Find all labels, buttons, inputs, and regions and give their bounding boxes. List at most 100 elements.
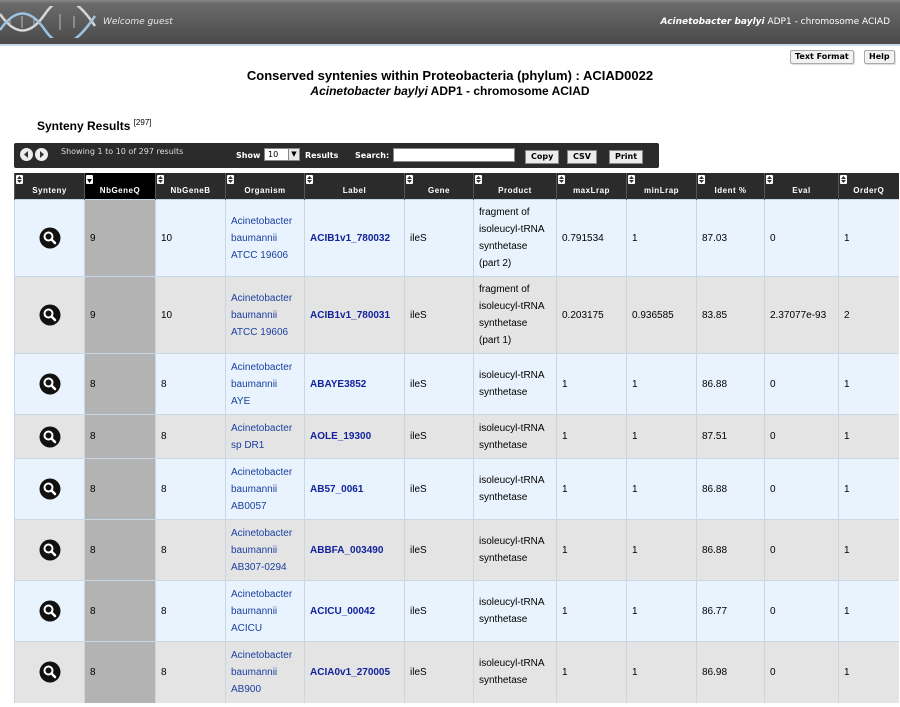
- organism-link[interactable]: Acinetobacter baumannii AYE: [231, 362, 292, 407]
- column-header-nbgeneq[interactable]: NbGeneQ: [84, 173, 156, 200]
- table-row: 8 8 Acinetobacter baumannii AB0057 AB57_00…: [14, 458, 899, 520]
- label-link[interactable]: ACIB1v1_780032: [310, 233, 390, 244]
- column-header-minlrap[interactable]: minLrap: [626, 173, 697, 200]
- eval-cell: 0: [764, 519, 839, 581]
- gene-cell: ileS: [404, 276, 474, 354]
- nbgeneq-cell: 8: [84, 414, 156, 459]
- search-input[interactable]: [393, 148, 515, 162]
- product-cell: isoleucyl-tRNA synthetase: [473, 458, 557, 520]
- sort-icon: [306, 175, 313, 184]
- magnifier-icon[interactable]: [39, 227, 61, 249]
- magnifier-icon[interactable]: [39, 661, 61, 683]
- column-header-product[interactable]: Product: [473, 173, 557, 200]
- magnifier-icon[interactable]: [39, 478, 61, 500]
- product-cell: isoleucyl-tRNA synthetase: [473, 641, 557, 703]
- sort-icon: [406, 175, 413, 184]
- eval-cell: 0: [764, 458, 839, 520]
- product-line: isoleucyl-tRNA: [479, 475, 545, 486]
- magnifier-icon[interactable]: [39, 373, 61, 395]
- table-toolbar: Showing 1 to 10 of 297 results Show 10 ▼…: [14, 143, 659, 168]
- copy-button[interactable]: Copy: [525, 150, 560, 164]
- organism-line: AB0057: [231, 500, 267, 512]
- maxlrap-cell: 1: [556, 519, 627, 581]
- organism-link[interactable]: Acinetobacter baumannii AB307-0294: [231, 528, 292, 573]
- ident-cell: 83.85: [696, 276, 765, 354]
- synteny-cell: [14, 458, 85, 520]
- minlrap-cell: 1: [626, 414, 697, 459]
- organism-cell: Acinetobacter baumannii AB307-0294: [225, 519, 305, 581]
- synteny-cell: [14, 276, 85, 354]
- eval-cell: 0: [764, 199, 839, 277]
- page-size-value: 10: [268, 150, 279, 159]
- previous-page-button[interactable]: [20, 148, 33, 161]
- label-link[interactable]: ACICU_00042: [310, 606, 375, 617]
- product-cell: isoleucyl-tRNA synthetase: [473, 353, 557, 415]
- next-page-button[interactable]: [35, 148, 48, 161]
- nbgeneb-cell: 8: [155, 519, 226, 581]
- column-header-eval[interactable]: Eval: [764, 173, 839, 200]
- sort-descending-icon: [86, 175, 93, 184]
- product-line: fragment of: [479, 284, 530, 295]
- product-line: isoleucyl-tRNA: [479, 301, 545, 312]
- table-row: 8 8 Acinetobacter baumannii AYE ABAYE3852 …: [14, 353, 899, 415]
- label-link[interactable]: AOLE_19300: [310, 431, 371, 442]
- organism-line: AB307-0294: [231, 561, 287, 573]
- organism-link[interactable]: Acinetobacter baumannii ATCC 19606: [231, 293, 292, 338]
- column-header-synteny[interactable]: Synteny: [14, 173, 85, 200]
- column-header-label[interactable]: Label: [304, 173, 405, 200]
- text-format-button[interactable]: Text Format: [790, 50, 854, 64]
- product-line: isoleucyl-tRNA: [479, 597, 545, 608]
- organism-line: baumannii: [231, 666, 278, 678]
- column-header-orderq[interactable]: OrderQ: [838, 173, 899, 200]
- column-header-ident[interactable]: Ident %: [696, 173, 765, 200]
- orderq-cell: 2: [838, 276, 899, 354]
- label-link[interactable]: ACIA0v1_270005: [310, 667, 390, 678]
- magnifier-icon[interactable]: [39, 539, 61, 561]
- product-line: isoleucyl-tRNA: [479, 370, 545, 381]
- organism-link[interactable]: Acinetobacter baumannii AB0057: [231, 467, 292, 512]
- organism-link[interactable]: Acinetobacter baumannii ATCC 19606: [231, 216, 292, 261]
- nbgeneq-cell: 8: [84, 353, 156, 415]
- ident-cell: 86.77: [696, 580, 765, 642]
- magnifier-icon[interactable]: [39, 304, 61, 326]
- column-header-gene[interactable]: Gene: [404, 173, 474, 200]
- sort-icon: [628, 175, 635, 184]
- organism-link[interactable]: Acinetobacter baumannii AB900: [231, 650, 292, 695]
- organism-line: baumannii: [231, 378, 278, 390]
- organism-line: Acinetobacter: [231, 527, 293, 539]
- nbgeneb-cell: 8: [155, 458, 226, 520]
- organism-link[interactable]: Acinetobacter sp DR1: [231, 423, 292, 451]
- eval-cell: 2.37077e-93: [764, 276, 839, 354]
- csv-button[interactable]: CSV: [567, 150, 597, 164]
- maxlrap-cell: 1: [556, 641, 627, 703]
- ident-cell: 86.88: [696, 458, 765, 520]
- nbgeneb-cell: 8: [155, 641, 226, 703]
- help-button[interactable]: Help: [864, 50, 895, 64]
- column-header-organism[interactable]: Organism: [225, 173, 305, 200]
- magnifier-icon[interactable]: [39, 426, 61, 448]
- page-size-select[interactable]: 10 ▼: [264, 148, 300, 161]
- print-button[interactable]: Print: [609, 150, 644, 164]
- column-header-nbgeneb[interactable]: NbGeneB: [155, 173, 226, 200]
- product-line: synthetase: [479, 241, 528, 252]
- nbgeneb-cell: 10: [155, 199, 226, 277]
- label-link[interactable]: ABAYE3852: [310, 379, 366, 390]
- orderq-cell: 1: [838, 414, 899, 459]
- label-link[interactable]: ABBFA_003490: [310, 545, 383, 556]
- sort-icon: [16, 175, 23, 184]
- eval-cell: 0: [764, 641, 839, 703]
- sort-icon: [157, 175, 164, 184]
- ident-cell: 86.88: [696, 353, 765, 415]
- organism-line: ACICU: [231, 622, 263, 634]
- label-link[interactable]: ACIB1v1_780031: [310, 310, 390, 321]
- minlrap-cell: 1: [626, 641, 697, 703]
- column-header-maxlrap[interactable]: maxLrap: [556, 173, 627, 200]
- organism-link[interactable]: Acinetobacter baumannii ACICU: [231, 589, 292, 634]
- orderq-cell: 1: [838, 519, 899, 581]
- product-line: isoleucyl-tRNA: [479, 658, 545, 670]
- nbgeneb-cell: 8: [155, 414, 226, 459]
- label-link[interactable]: AB57_0061: [310, 484, 363, 495]
- magnifier-icon[interactable]: [39, 600, 61, 622]
- gene-cell: ileS: [404, 199, 474, 277]
- ident-cell: 87.03: [696, 199, 765, 277]
